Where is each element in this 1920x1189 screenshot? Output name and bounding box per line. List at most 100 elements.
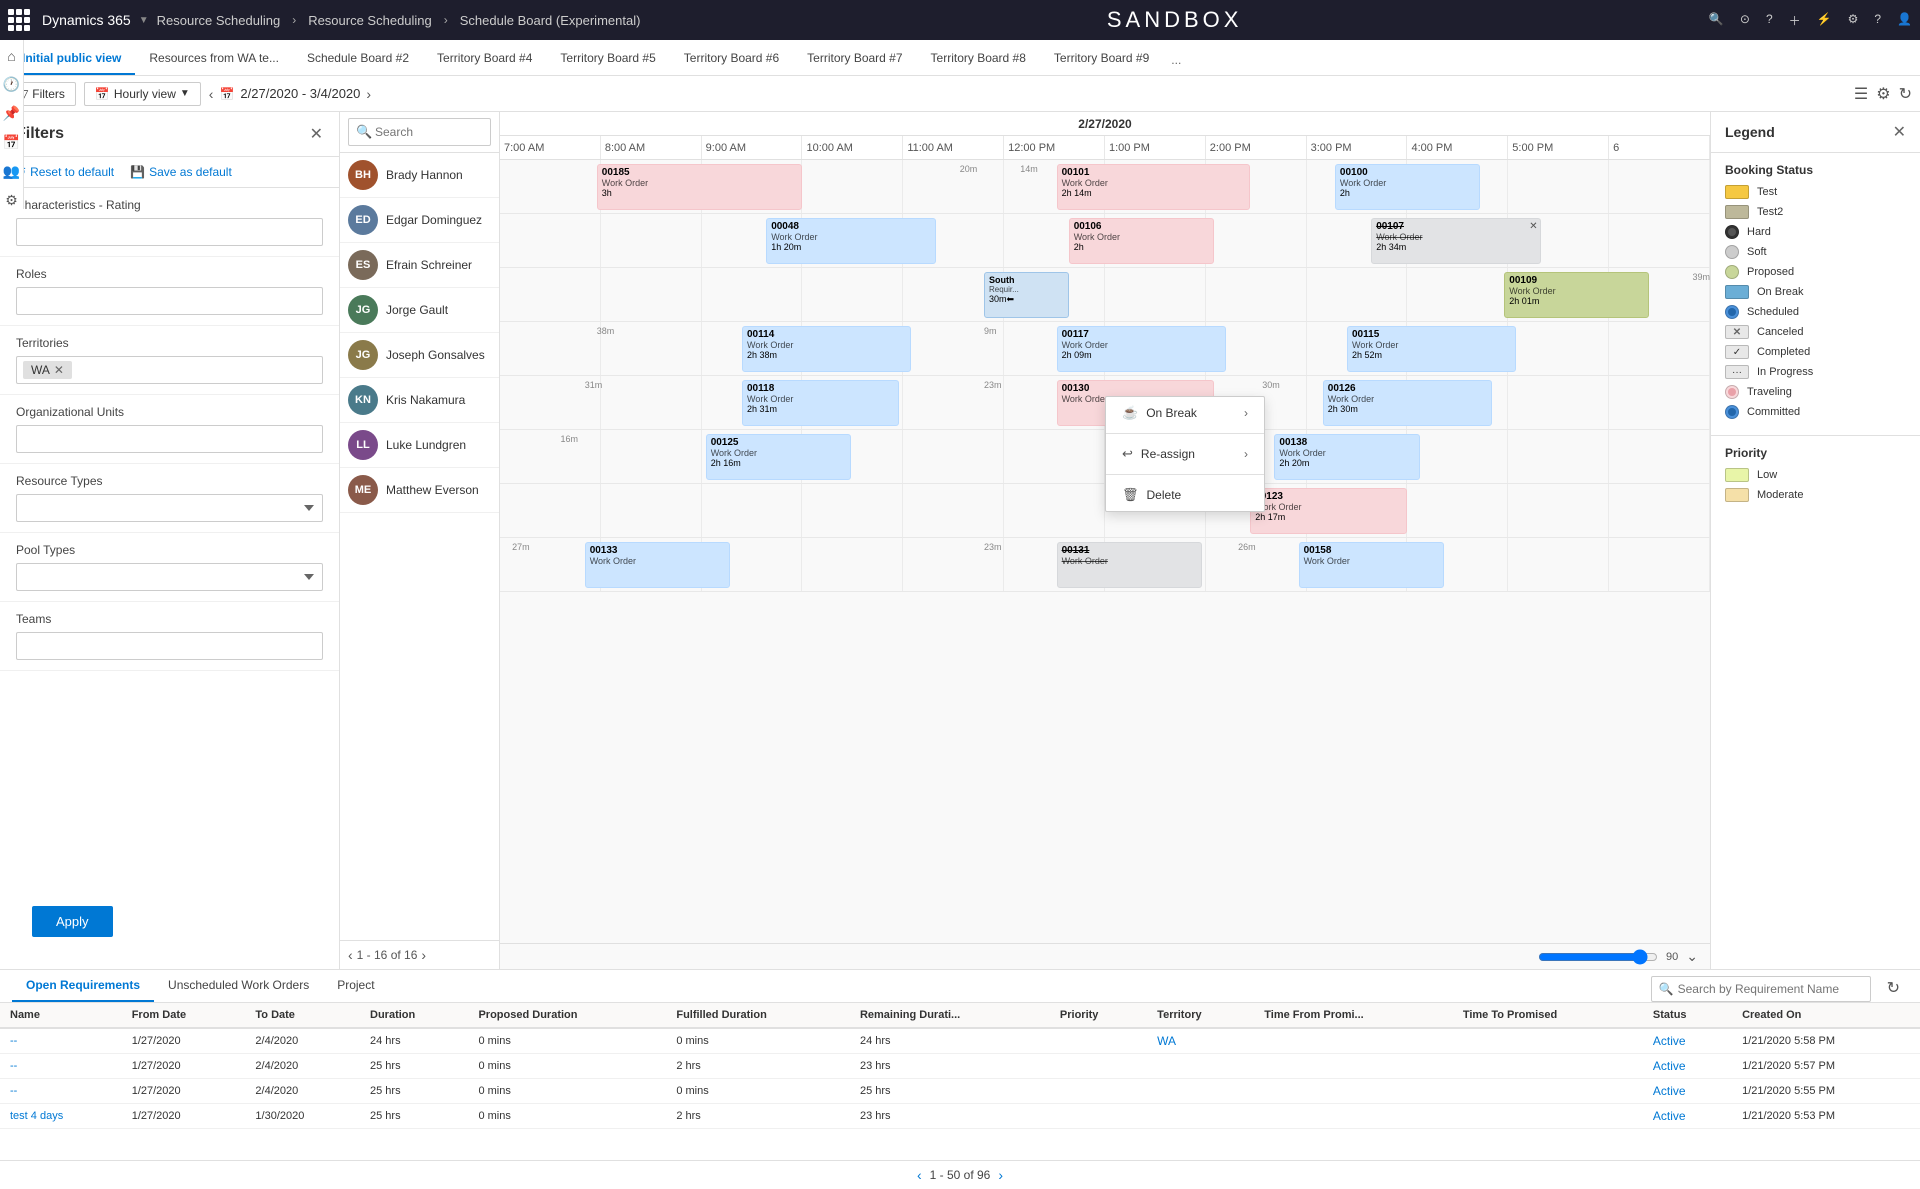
filter-roles-input[interactable]	[16, 287, 323, 315]
filter-resource-types-select[interactable]	[16, 494, 323, 522]
work-block-00125[interactable]: 00125 Work Order 2h 16m	[706, 434, 851, 480]
bottom-tab-open-req[interactable]: Open Requirements	[12, 970, 154, 1002]
left-nav-schedule[interactable]: 📅	[3, 134, 20, 151]
filter-icon[interactable]: ⚡	[1817, 12, 1832, 29]
tag-remove-icon[interactable]: ✕	[54, 363, 64, 377]
work-block-00100[interactable]: 00100 Work Order 2h	[1335, 164, 1480, 210]
settings-icon[interactable]: ⚙	[1848, 12, 1859, 29]
row1-name[interactable]: --	[0, 1028, 122, 1054]
list-view-icon[interactable]: ☰	[1854, 84, 1868, 104]
left-nav-home[interactable]: ⌂	[7, 48, 15, 64]
resource-item-matthew[interactable]: ME Matthew Everson	[340, 468, 499, 513]
resource-next-button[interactable]: ›	[421, 947, 426, 963]
hourly-view-button[interactable]: 📅 Hourly view ▼	[84, 82, 201, 106]
context-reassign[interactable]: ↩ Re-assign ›	[1106, 438, 1264, 470]
resource-item-edgar[interactable]: ED Edgar Dominguez	[340, 198, 499, 243]
tab-resources-wa[interactable]: Resources from WA te...	[135, 43, 293, 75]
left-nav-recent[interactable]: 🕐	[3, 76, 20, 93]
resource-item-brady[interactable]: BH Brady Hannon	[340, 153, 499, 198]
tab-territory-board-4[interactable]: Territory Board #4	[423, 43, 546, 75]
nav-resource-scheduling-1[interactable]: Resource Scheduling	[157, 13, 281, 28]
work-block-00107[interactable]: 00107 Work Order 2h 34m ✕	[1371, 218, 1540, 264]
filter-teams-input[interactable]	[16, 632, 323, 660]
save-as-default-button[interactable]: 💾 Save as default	[130, 165, 232, 179]
refresh-icon[interactable]: ↻	[1899, 84, 1912, 104]
work-block-00126[interactable]: 00126 Work Order 2h 30m	[1323, 380, 1492, 426]
work-block-00123[interactable]: 00123 Work Order 2h 17m	[1250, 488, 1407, 534]
apply-button[interactable]: Apply	[32, 906, 113, 937]
tab-territory-board-8[interactable]: Territory Board #8	[917, 43, 1040, 75]
settings-board-icon[interactable]: ⚙	[1876, 84, 1890, 104]
nav-schedule-board[interactable]: Schedule Board (Experimental)	[460, 13, 641, 28]
bottom-search-input[interactable]	[1651, 976, 1871, 1002]
app-name[interactable]: Dynamics 365	[42, 12, 131, 28]
row2-name[interactable]: --	[0, 1054, 122, 1079]
nav-resource-scheduling-2[interactable]: Resource Scheduling	[308, 13, 432, 28]
tab-initial-public-view[interactable]: Initial public view	[8, 43, 135, 75]
tab-territory-board-9[interactable]: Territory Board #9	[1040, 43, 1163, 75]
legend-close-button[interactable]: ✕	[1893, 122, 1906, 142]
bottom-prev-page[interactable]: ‹	[917, 1167, 922, 1183]
resource-item-kris[interactable]: KN Kris Nakamura	[340, 378, 499, 423]
resource-search-input[interactable]	[348, 118, 491, 146]
user-icon[interactable]: 👤	[1897, 12, 1912, 29]
bottom-tab-project[interactable]: Project	[323, 970, 388, 1002]
tab-territory-board-5[interactable]: Territory Board #5	[546, 43, 669, 75]
work-block-south[interactable]: South Requir... 30m⬅	[984, 272, 1069, 318]
question-icon[interactable]: ?	[1874, 12, 1881, 29]
prev-date-button[interactable]: ‹	[209, 86, 214, 102]
territory-link-wa[interactable]: WA	[1157, 1034, 1176, 1048]
tab-more[interactable]: ...	[1163, 45, 1189, 75]
zoom-expand-button[interactable]: ⌄	[1686, 948, 1698, 965]
work-block-00138[interactable]: 00138 Work Order 2h 20m	[1274, 434, 1419, 480]
work-block-00114[interactable]: 00114 Work Order 2h 38m	[742, 326, 911, 372]
work-block-00131[interactable]: 00131 Work Order	[1057, 542, 1202, 588]
work-block-00118[interactable]: 00118 Work Order 2h 31m	[742, 380, 899, 426]
work-block-00048[interactable]: 00048 Work Order 1h 20m	[766, 218, 935, 264]
resource-item-jorge[interactable]: JG Jorge Gault	[340, 288, 499, 333]
tab-territory-board-6[interactable]: Territory Board #6	[670, 43, 793, 75]
resource-item-luke[interactable]: LL Luke Lundgren	[340, 423, 499, 468]
col-name: Name	[0, 1003, 122, 1028]
copilot-icon[interactable]: ⊙	[1740, 12, 1750, 29]
legend-hard: Hard	[1725, 225, 1906, 239]
work-block-00109[interactable]: 00109 Work Order 2h 01m	[1504, 272, 1649, 318]
work-block-00101[interactable]: 00101 Work Order 2h 14m	[1057, 164, 1251, 210]
reset-to-default-button[interactable]: ↺ Reset to default	[16, 165, 114, 179]
context-on-break[interactable]: ☕ On Break ›	[1106, 397, 1264, 429]
work-block-00133[interactable]: 00133 Work Order	[585, 542, 730, 588]
bottom-next-page[interactable]: ›	[998, 1167, 1003, 1183]
work-block-00185[interactable]: 00185 Work Order 3h	[597, 164, 803, 210]
next-date-button[interactable]: ›	[366, 86, 371, 102]
resource-prev-button[interactable]: ‹	[348, 947, 353, 963]
filter-characteristics-input[interactable]	[16, 218, 323, 246]
bottom-tab-unscheduled[interactable]: Unscheduled Work Orders	[154, 970, 323, 1002]
resource-item-joseph[interactable]: JG Joseph Gonsalves	[340, 333, 499, 378]
tab-territory-board-7[interactable]: Territory Board #7	[793, 43, 916, 75]
help-icon[interactable]: ?	[1766, 12, 1773, 29]
left-nav-pinned[interactable]: 📌	[3, 105, 20, 122]
row3-name[interactable]: --	[0, 1079, 122, 1104]
work-block-00158[interactable]: 00158 Work Order	[1299, 542, 1444, 588]
waffle-icon[interactable]	[8, 9, 30, 31]
work-block-00106[interactable]: 00106 Work Order 2h	[1069, 218, 1214, 264]
resource-item-efrain[interactable]: ES Efrain Schreiner	[340, 243, 499, 288]
zoom-slider[interactable]	[1538, 949, 1658, 965]
tab-schedule-board-2[interactable]: Schedule Board #2	[293, 43, 423, 75]
search-top-icon[interactable]: 🔍	[1709, 12, 1724, 29]
bottom-refresh-button[interactable]: ↻	[1879, 974, 1908, 1002]
close-block-icon[interactable]: ✕	[1529, 221, 1537, 232]
filter-org-units-input[interactable]	[16, 425, 323, 453]
work-block-00115[interactable]: 00115 Work Order 2h 52m	[1347, 326, 1516, 372]
filter-territories-input[interactable]: WA ✕	[16, 356, 323, 384]
context-delete[interactable]: 🗑 Delete	[1106, 479, 1264, 511]
filter-pool-types-select[interactable]	[16, 563, 323, 591]
time-slot-300: 3:00 PM	[1307, 136, 1408, 159]
add-icon[interactable]: ＋	[1789, 12, 1801, 29]
test2-swatch	[1725, 205, 1749, 219]
work-block-00117[interactable]: 00117 Work Order 2h 09m	[1057, 326, 1226, 372]
row4-name[interactable]: test 4 days	[0, 1104, 122, 1129]
left-nav-people[interactable]: 👥	[3, 163, 20, 180]
left-nav-settings[interactable]: ⚙	[5, 192, 18, 209]
filters-close-button[interactable]: ✕	[310, 124, 323, 144]
